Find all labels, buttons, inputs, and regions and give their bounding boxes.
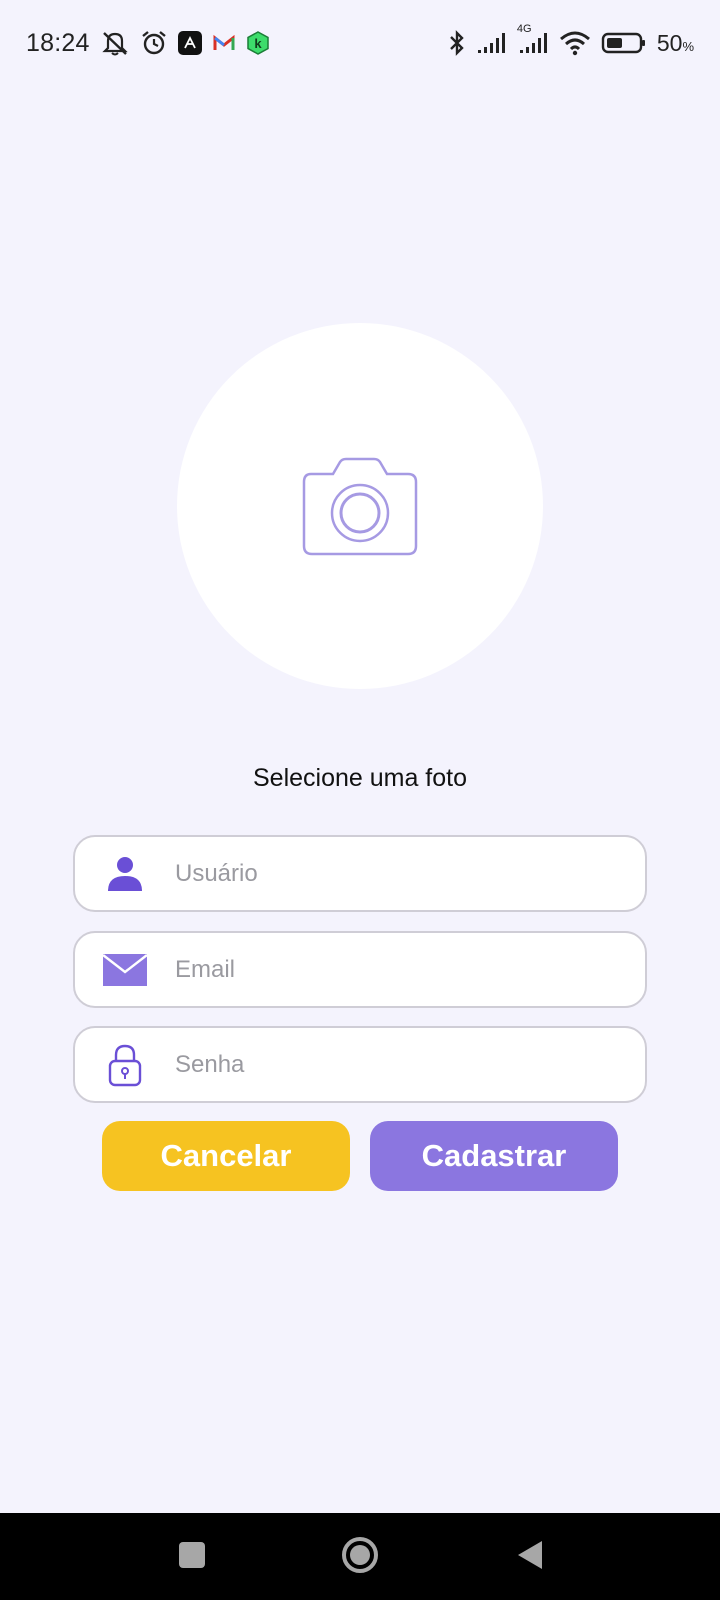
mail-icon [75,933,175,1006]
photo-picker-label: Selecione uma foto [252,764,468,792]
password-input[interactable] [175,1050,615,1079]
photo-picker-button[interactable] [177,323,543,689]
username-input[interactable] [175,859,615,888]
battery-percent-unit: % [682,38,694,54]
bell-off-icon [100,29,130,57]
email-input[interactable] [175,955,615,984]
back-icon[interactable] [510,1535,550,1575]
bluetooth-icon [447,29,467,57]
battery-percent-value: 50 [656,29,683,56]
status-bar: 18:24 k 4G 50% [0,0,720,86]
username-field[interactable] [73,835,647,912]
app-notification-icon [177,31,202,55]
register-screen: 18:24 k 4G 50% Selecione uma foto Usuári… [0,0,720,1600]
status-time: 18:24 [26,28,90,57]
gmail-icon [212,33,236,53]
camera-icon [301,451,419,562]
status-right: 4G 50% [447,23,694,57]
register-button[interactable]: Cadastrar [370,1121,618,1191]
k-app-icon: k [246,31,270,55]
lock-icon [75,1028,175,1101]
email-field[interactable] [73,931,647,1008]
battery-percent: 50% [657,30,694,57]
network-label: 4G [516,23,532,35]
wifi-icon [559,30,591,56]
cancel-button[interactable]: Cancelar [102,1121,350,1191]
svg-text:k: k [254,36,262,51]
status-left: 18:24 k [26,29,270,58]
recent-apps-icon[interactable] [172,1535,212,1575]
signal-4g-icon: 4G [517,23,549,55]
alarm-icon [140,29,168,57]
home-icon[interactable] [338,1533,382,1577]
password-field[interactable] [73,1026,647,1103]
navigation-bar [0,1513,720,1600]
user-icon [75,837,175,910]
signal-icon [477,31,507,55]
battery-icon [601,31,647,55]
